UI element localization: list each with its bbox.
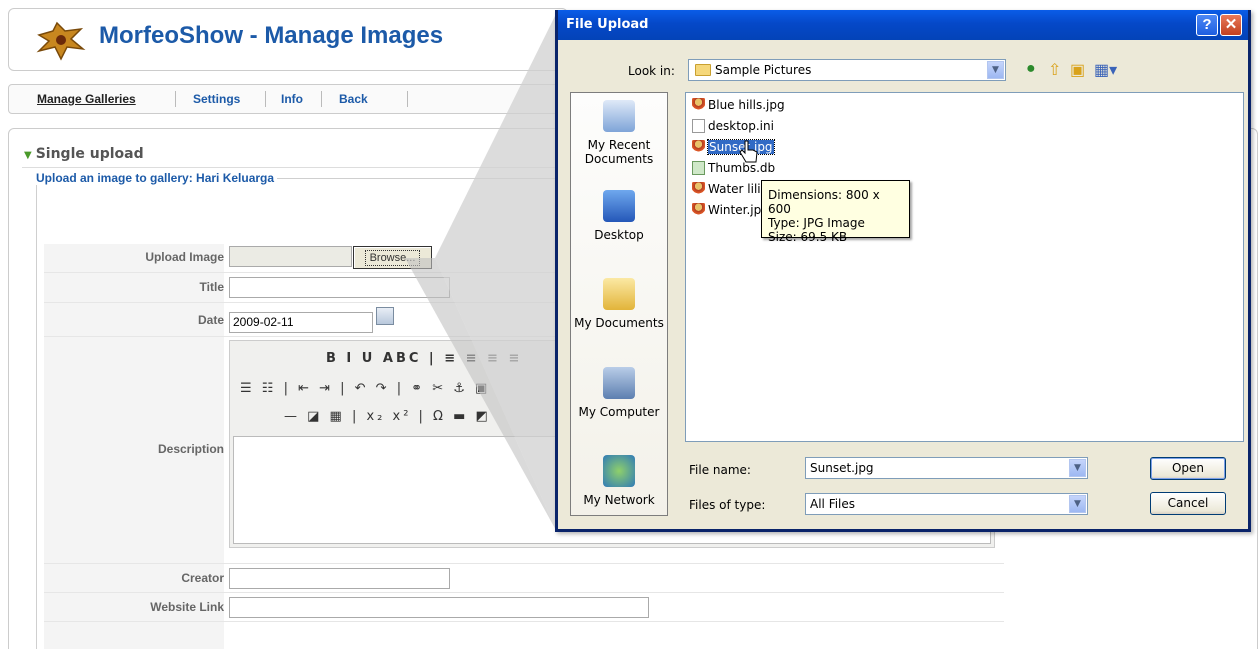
file-name: desktop.ini [708, 119, 774, 133]
look-in-label: Look in: [628, 64, 675, 78]
chevron-down-icon[interactable]: ▼ [1069, 495, 1086, 513]
settings-file-icon [692, 119, 705, 133]
file-name-value: Sunset.jpg [810, 461, 874, 475]
my-network-icon [603, 455, 635, 487]
tooltip-type: Type: JPG Image [768, 216, 865, 230]
database-file-icon [692, 161, 705, 175]
desktop-icon [603, 190, 635, 222]
image-file-icon [692, 203, 705, 217]
up-folder-icon[interactable]: ⇧ [1048, 60, 1061, 80]
place-label: My Documents [574, 316, 664, 330]
open-button[interactable]: Open [1150, 457, 1226, 480]
look-in-value: Sample Pictures [715, 63, 812, 77]
place-label: Desktop [594, 228, 644, 242]
file-upload-dialog: File Upload ? ✕ Look in: Sample Pictures… [555, 10, 1251, 532]
dialog-titlebar[interactable]: File Upload ? ✕ [558, 10, 1248, 40]
my-computer-icon [603, 367, 635, 399]
folder-icon [695, 64, 711, 76]
place-my-computer[interactable]: My Computer [571, 367, 667, 419]
close-button[interactable]: ✕ [1220, 14, 1242, 36]
place-label: My Network [583, 493, 655, 507]
place-label: My Computer [578, 405, 660, 419]
image-file-icon [692, 182, 705, 196]
file-type-dropdown[interactable]: All Files ▼ [805, 493, 1088, 515]
view-menu-icon[interactable]: ▦▾ [1094, 60, 1117, 80]
new-folder-icon[interactable]: ▣ [1070, 60, 1085, 80]
recent-documents-icon [603, 100, 635, 132]
file-item-selected[interactable]: Sunset.jpg [692, 139, 775, 156]
image-file-icon [692, 140, 705, 154]
my-documents-icon [603, 278, 635, 310]
file-item[interactable]: Thumbs.db [692, 160, 775, 177]
file-info-tooltip: Dimensions: 800 x 600 Type: JPG Image Si… [761, 180, 910, 244]
help-button[interactable]: ? [1196, 14, 1218, 36]
chevron-down-icon[interactable]: ▼ [987, 61, 1004, 79]
chevron-down-icon[interactable]: ▼ [1069, 459, 1086, 477]
file-type-label: Files of type: [689, 498, 766, 512]
place-my-documents[interactable]: My Documents [571, 278, 667, 330]
place-my-network[interactable]: My Network [571, 455, 667, 507]
file-list[interactable]: Blue hills.jpg desktop.ini Sunset.jpg Th… [685, 92, 1244, 442]
file-name-input[interactable]: Sunset.jpg ▼ [805, 457, 1088, 479]
tooltip-dimensions: Dimensions: 800 x 600 [768, 188, 880, 216]
file-item[interactable]: desktop.ini [692, 118, 774, 135]
look-in-dropdown[interactable]: Sample Pictures ▼ [688, 59, 1006, 81]
file-type-value: All Files [810, 497, 856, 511]
dialog-title: File Upload [566, 17, 649, 32]
tooltip-size: Size: 69.5 KB [768, 230, 848, 244]
file-name-label: File name: [689, 463, 751, 477]
back-arrow-icon[interactable]: ● [1026, 60, 1036, 78]
image-file-icon [692, 98, 705, 112]
cancel-button[interactable]: Cancel [1150, 492, 1226, 515]
file-name: Blue hills.jpg [708, 98, 785, 112]
file-name: Winter.jpg [708, 203, 769, 217]
place-label: My Recent Documents [584, 138, 654, 166]
file-item[interactable]: Blue hills.jpg [692, 97, 785, 114]
place-my-recent-documents[interactable]: My Recent Documents [571, 100, 667, 166]
file-item[interactable]: Winter.jpg [692, 202, 769, 219]
place-desktop[interactable]: Desktop [571, 190, 667, 242]
hand-cursor-icon [739, 140, 758, 163]
